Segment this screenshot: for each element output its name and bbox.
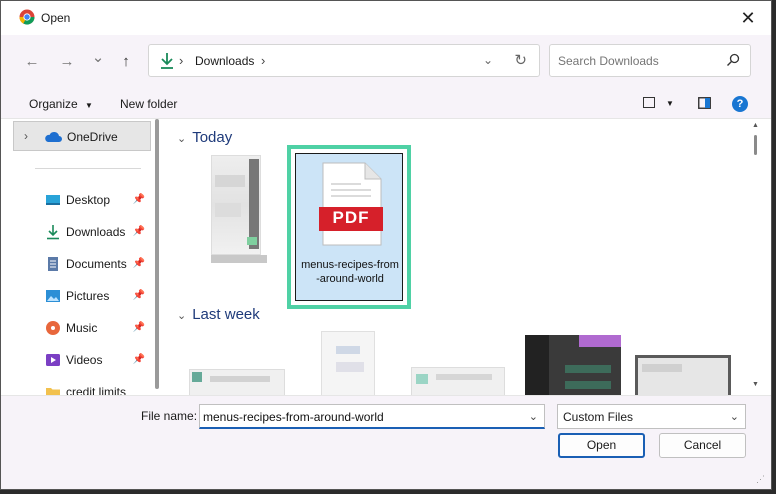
sidebar-item-label: Pictures xyxy=(66,289,110,303)
collapse-chevron-icon: ⌄ xyxy=(177,310,187,322)
sidebar-item-desktop[interactable]: Desktop 📌 xyxy=(13,185,151,215)
dialog-footer: File name: ⌄ Custom Files ⌄ Open Cancel … xyxy=(1,395,771,489)
back-button[interactable]: ← xyxy=(21,51,43,73)
selected-file-tile[interactable]: PDF menus-recipes-from-around-world xyxy=(287,145,411,309)
collapse-chevron-icon: ⌄ xyxy=(177,133,187,145)
refresh-icon[interactable]: ↻ xyxy=(514,51,527,69)
group-header-last-week[interactable]: ⌄ Last week xyxy=(177,306,260,323)
sidebar-item-label: Desktop xyxy=(66,193,111,207)
group-header-today[interactable]: ⌄ Today xyxy=(177,129,232,146)
breadcrumb-downloads[interactable]: Downloads xyxy=(195,54,254,68)
close-button[interactable]: ✕ xyxy=(737,7,759,29)
navigation-pane: › OneDrive Desktop 📌 Downloads 📌 Documen… xyxy=(1,119,159,395)
chevron-right-icon: › xyxy=(179,53,184,68)
sidebar-item-downloads[interactable]: Downloads 📌 xyxy=(13,217,151,247)
resize-grip-icon[interactable]: ⋰ xyxy=(756,474,765,485)
file-list-scrollbar[interactable]: ▲ ▼ xyxy=(749,119,763,395)
file-type-select[interactable]: Custom Files ⌄ xyxy=(557,404,746,429)
search-box[interactable] xyxy=(549,44,751,77)
file-name-label: File name: xyxy=(141,409,198,423)
organize-label: Organize xyxy=(29,97,78,111)
desktop-icon xyxy=(46,195,60,205)
sidebar-item-credit-limits[interactable]: credit limits xyxy=(13,377,151,395)
sidebar-item-label: credit limits xyxy=(66,385,127,395)
folder-icon xyxy=(46,388,60,395)
address-bar[interactable]: › Downloads › ⌄ ↻ xyxy=(148,44,540,77)
file-item-selected[interactable]: PDF menus-recipes-from-around-world xyxy=(295,153,403,301)
forward-button[interactable]: → xyxy=(56,51,78,73)
view-mode-icon[interactable] xyxy=(643,97,655,108)
pin-icon: 📌 xyxy=(132,226,145,237)
document-icon xyxy=(48,257,58,271)
chrome-icon xyxy=(19,9,35,25)
up-button[interactable]: ↑ xyxy=(115,51,137,73)
file-thumbnail-blurred[interactable] xyxy=(411,367,505,395)
pin-icon: 📌 xyxy=(132,354,145,365)
file-type-value: Custom Files xyxy=(563,410,634,424)
music-icon xyxy=(46,321,60,335)
pdf-file-icon xyxy=(319,162,383,246)
file-thumbnail-blurred[interactable] xyxy=(525,335,621,395)
pin-icon: 📌 xyxy=(132,322,145,333)
file-list: ⌄ Today PDF menus-recipes-from-around-wor… xyxy=(163,119,749,395)
video-icon xyxy=(46,354,60,366)
caret-down-icon: ▼ xyxy=(85,101,93,110)
new-folder-button[interactable]: New folder xyxy=(120,97,177,111)
sidebar-item-label: Documents xyxy=(66,257,127,271)
pin-icon: 📌 xyxy=(132,194,145,205)
preview-pane-icon[interactable] xyxy=(698,97,711,109)
sidebar-item-videos[interactable]: Videos 📌 xyxy=(13,345,151,375)
group-header-label: Today xyxy=(192,129,233,146)
cancel-button[interactable]: Cancel xyxy=(659,433,746,458)
sidebar-item-pictures[interactable]: Pictures 📌 xyxy=(13,281,151,311)
organize-button[interactable]: Organize ▼ xyxy=(29,97,93,111)
expand-chevron-icon[interactable]: › xyxy=(24,129,28,143)
sidebar-item-label: Downloads xyxy=(66,225,126,239)
view-options-caret-icon[interactable]: ▼ xyxy=(666,99,674,108)
file-thumbnail-blurred[interactable] xyxy=(321,331,375,395)
search-icon[interactable] xyxy=(726,53,740,67)
scroll-down-arrow-icon[interactable]: ▼ xyxy=(752,381,759,388)
file-thumbnail-blurred[interactable] xyxy=(635,355,731,395)
chevron-down-icon[interactable]: ⌄ xyxy=(730,410,739,423)
file-name-input[interactable] xyxy=(203,409,513,425)
sidebar-divider xyxy=(35,168,141,169)
title-bar: Open ✕ xyxy=(1,1,771,35)
pictures-icon xyxy=(46,290,60,302)
sidebar-item-label: Music xyxy=(66,321,98,335)
pin-icon: 📌 xyxy=(132,290,145,301)
help-icon[interactable]: ? xyxy=(732,96,748,112)
recent-locations-button[interactable]: ⌄ xyxy=(87,47,109,69)
chevron-down-icon[interactable]: ⌄ xyxy=(529,410,538,423)
file-name-combobox[interactable]: ⌄ xyxy=(199,404,545,429)
scroll-up-arrow-icon[interactable]: ▲ xyxy=(752,122,759,129)
file-name-label: menus-recipes-from-around-world xyxy=(301,259,399,285)
pin-icon: 📌 xyxy=(132,258,145,269)
download-icon xyxy=(161,53,173,69)
group-header-label: Last week xyxy=(192,306,260,323)
open-button[interactable]: Open xyxy=(558,433,645,458)
file-thumbnail-blurred[interactable] xyxy=(207,155,267,267)
sidebar-item-music[interactable]: Music 📌 xyxy=(13,313,151,343)
chevron-down-icon[interactable]: ⌄ xyxy=(483,53,493,67)
command-bar: Organize ▼ New folder ▼ ? xyxy=(1,89,771,119)
search-input[interactable] xyxy=(558,52,718,70)
sidebar-item-documents[interactable]: Documents 📌 xyxy=(13,249,151,279)
open-file-dialog: Open ✕ ← → ⌄ ↑ › Downloads › ⌄ ↻ Search … xyxy=(0,0,772,490)
scrollbar-thumb[interactable] xyxy=(754,135,757,155)
window-title: Open xyxy=(41,11,71,25)
sidebar-item-label: OneDrive xyxy=(67,130,118,144)
cloud-icon xyxy=(45,131,62,142)
sidebar-item-onedrive[interactable]: › OneDrive xyxy=(13,121,151,151)
navigation-bar: ← → ⌄ ↑ › Downloads › ⌄ ↻ xyxy=(1,35,771,89)
pdf-badge-label: PDF xyxy=(332,208,370,227)
download-icon xyxy=(47,225,59,240)
chevron-right-icon[interactable]: › xyxy=(261,53,265,68)
sidebar-scrollbar[interactable] xyxy=(155,119,159,389)
file-thumbnail-blurred[interactable] xyxy=(189,369,285,395)
sidebar-item-label: Videos xyxy=(66,353,103,367)
